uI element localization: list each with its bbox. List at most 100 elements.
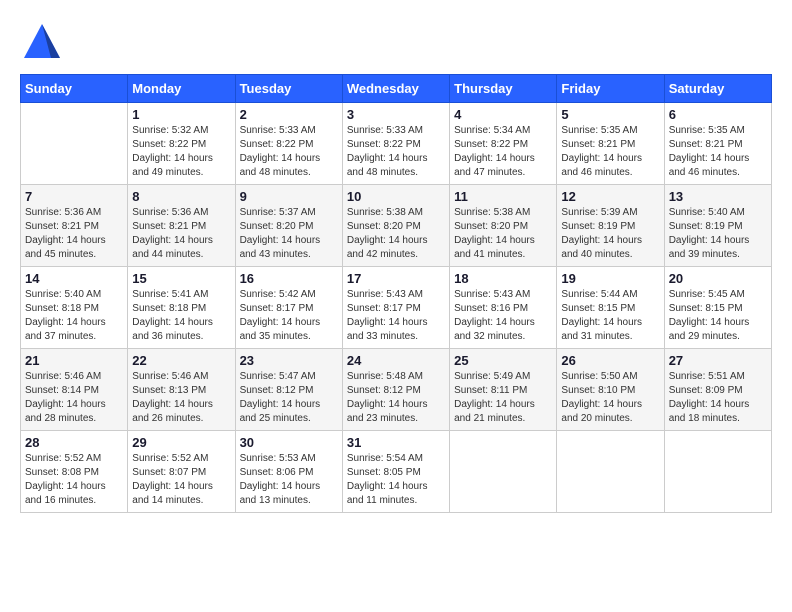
day-number: 31 xyxy=(347,435,445,450)
calendar-cell: 26Sunrise: 5:50 AM Sunset: 8:10 PM Dayli… xyxy=(557,349,664,431)
day-number: 29 xyxy=(132,435,230,450)
day-header-friday: Friday xyxy=(557,75,664,103)
day-number: 25 xyxy=(454,353,552,368)
logo xyxy=(20,20,64,64)
calendar-header-row: SundayMondayTuesdayWednesdayThursdayFrid… xyxy=(21,75,772,103)
calendar-cell: 22 Sunrise: 5:46 AM Sunset: 8:13 PM Dayli… xyxy=(128,349,235,431)
day-info: Sunrise: 5:41 AM Sunset: 8:18 PM Dayligh… xyxy=(132,288,230,344)
calendar-cell: 23 Sunrise: 5:47 AM Sunset: 8:12 PM Dayli… xyxy=(235,349,342,431)
calendar-cell: 18 Sunrise: 5:43 AM Sunset: 8:16 PM Dayli… xyxy=(450,267,557,349)
calendar-cell: 17 Sunrise: 5:43 AM Sunset: 8:17 PM Dayli… xyxy=(342,267,449,349)
calendar-cell: 14 Sunrise: 5:40 AM Sunset: 8:18 PM Dayli… xyxy=(21,267,128,349)
day-info: Sunrise: 5:39 AM Sunset: 8:19 PM Dayligh… xyxy=(561,206,659,262)
day-info: Sunrise: 5:43 AM Sunset: 8:16 PM Dayligh… xyxy=(454,288,552,344)
day-info: Sunrise: 5:38 AM Sunset: 8:20 PM Dayligh… xyxy=(454,206,552,262)
calendar-week-row: 1 Sunrise: 5:32 AM Sunset: 8:22 PM Daylig… xyxy=(21,103,772,185)
day-info: Sunrise: 5:53 AM Sunset: 8:06 PM Dayligh… xyxy=(240,452,338,508)
calendar-week-row: 28 Sunrise: 5:52 AM Sunset: 8:08 PM Dayli… xyxy=(21,431,772,513)
day-info: Sunrise: 5:40 AM Sunset: 8:19 PM Dayligh… xyxy=(669,206,767,262)
calendar-cell: 6 Sunrise: 5:35 AM Sunset: 8:21 PM Daylig… xyxy=(664,103,771,185)
day-number: 26 xyxy=(561,353,659,368)
day-info: Sunrise: 5:36 AM Sunset: 8:21 PM Dayligh… xyxy=(25,206,123,262)
day-number: 17 xyxy=(347,271,445,286)
calendar-cell: 25 Sunrise: 5:49 AM Sunset: 8:11 PM Dayli… xyxy=(450,349,557,431)
day-info: Sunrise: 5:32 AM Sunset: 8:22 PM Dayligh… xyxy=(132,124,230,180)
day-info: Sunrise: 5:44 AM Sunset: 8:15 PM Dayligh… xyxy=(561,288,659,344)
calendar-table: SundayMondayTuesdayWednesdayThursdayFrid… xyxy=(20,74,772,513)
day-info: Sunrise: 5:36 AM Sunset: 8:21 PM Dayligh… xyxy=(132,206,230,262)
day-info: Sunrise: 5:49 AM Sunset: 8:11 PM Dayligh… xyxy=(454,370,552,426)
day-info: Sunrise: 5:35 AM Sunset: 8:21 PM Dayligh… xyxy=(561,124,659,180)
day-info: Sunrise: 5:46 AM Sunset: 8:13 PM Dayligh… xyxy=(132,370,230,426)
calendar-cell: 31 Sunrise: 5:54 AM Sunset: 8:05 PM Dayli… xyxy=(342,431,449,513)
day-header-wednesday: Wednesday xyxy=(342,75,449,103)
day-info: Sunrise: 5:38 AM Sunset: 8:20 PM Dayligh… xyxy=(347,206,445,262)
day-info: Sunrise: 5:33 AM Sunset: 8:22 PM Dayligh… xyxy=(240,124,338,180)
day-number: 23 xyxy=(240,353,338,368)
calendar-cell: 11 Sunrise: 5:38 AM Sunset: 8:20 PM Dayli… xyxy=(450,185,557,267)
calendar-cell: 8 Sunrise: 5:36 AM Sunset: 8:21 PM Daylig… xyxy=(128,185,235,267)
day-info: Sunrise: 5:45 AM Sunset: 8:15 PM Dayligh… xyxy=(669,288,767,344)
day-number: 20 xyxy=(669,271,767,286)
day-info: Sunrise: 5:40 AM Sunset: 8:18 PM Dayligh… xyxy=(25,288,123,344)
calendar-week-row: 7 Sunrise: 5:36 AM Sunset: 8:21 PM Daylig… xyxy=(21,185,772,267)
day-header-saturday: Saturday xyxy=(664,75,771,103)
day-info: Sunrise: 5:52 AM Sunset: 8:07 PM Dayligh… xyxy=(132,452,230,508)
calendar-cell: 2 Sunrise: 5:33 AM Sunset: 8:22 PM Daylig… xyxy=(235,103,342,185)
day-number: 16 xyxy=(240,271,338,286)
day-number: 27 xyxy=(669,353,767,368)
calendar-cell: 1 Sunrise: 5:32 AM Sunset: 8:22 PM Daylig… xyxy=(128,103,235,185)
day-number: 8 xyxy=(132,189,230,204)
day-number: 1 xyxy=(132,107,230,122)
day-number: 4 xyxy=(454,107,552,122)
day-info: Sunrise: 5:37 AM Sunset: 8:20 PM Dayligh… xyxy=(240,206,338,262)
day-number: 22 xyxy=(132,353,230,368)
day-info: Sunrise: 5:43 AM Sunset: 8:17 PM Dayligh… xyxy=(347,288,445,344)
day-number: 10 xyxy=(347,189,445,204)
day-header-thursday: Thursday xyxy=(450,75,557,103)
calendar-cell: 16Sunrise: 5:42 AM Sunset: 8:17 PM Dayli… xyxy=(235,267,342,349)
day-number: 15 xyxy=(132,271,230,286)
calendar-cell: 30Sunrise: 5:53 AM Sunset: 8:06 PM Dayli… xyxy=(235,431,342,513)
calendar-cell: 20 Sunrise: 5:45 AM Sunset: 8:15 PM Dayli… xyxy=(664,267,771,349)
calendar-cell: 10 Sunrise: 5:38 AM Sunset: 8:20 PM Dayli… xyxy=(342,185,449,267)
calendar-week-row: 21Sunrise: 5:46 AM Sunset: 8:14 PM Dayli… xyxy=(21,349,772,431)
day-number: 2 xyxy=(240,107,338,122)
day-info: Sunrise: 5:54 AM Sunset: 8:05 PM Dayligh… xyxy=(347,452,445,508)
day-number: 3 xyxy=(347,107,445,122)
day-number: 18 xyxy=(454,271,552,286)
calendar-cell: 19 Sunrise: 5:44 AM Sunset: 8:15 PM Dayli… xyxy=(557,267,664,349)
day-number: 6 xyxy=(669,107,767,122)
day-info: Sunrise: 5:48 AM Sunset: 8:12 PM Dayligh… xyxy=(347,370,445,426)
calendar-cell: 5 Sunrise: 5:35 AM Sunset: 8:21 PM Daylig… xyxy=(557,103,664,185)
calendar-week-row: 14 Sunrise: 5:40 AM Sunset: 8:18 PM Dayli… xyxy=(21,267,772,349)
calendar-cell xyxy=(450,431,557,513)
day-number: 14 xyxy=(25,271,123,286)
calendar-cell: 7 Sunrise: 5:36 AM Sunset: 8:21 PM Daylig… xyxy=(21,185,128,267)
day-number: 7 xyxy=(25,189,123,204)
day-info: Sunrise: 5:47 AM Sunset: 8:12 PM Dayligh… xyxy=(240,370,338,426)
calendar-cell xyxy=(21,103,128,185)
day-number: 19 xyxy=(561,271,659,286)
day-number: 24 xyxy=(347,353,445,368)
day-number: 9 xyxy=(240,189,338,204)
calendar-cell: 4 Sunrise: 5:34 AM Sunset: 8:22 PM Daylig… xyxy=(450,103,557,185)
calendar-cell: 28 Sunrise: 5:52 AM Sunset: 8:08 PM Dayli… xyxy=(21,431,128,513)
page-header xyxy=(20,20,772,64)
calendar-cell: 3 Sunrise: 5:33 AM Sunset: 8:22 PM Daylig… xyxy=(342,103,449,185)
day-info: Sunrise: 5:33 AM Sunset: 8:22 PM Dayligh… xyxy=(347,124,445,180)
calendar-cell: 24 Sunrise: 5:48 AM Sunset: 8:12 PM Dayli… xyxy=(342,349,449,431)
day-info: Sunrise: 5:52 AM Sunset: 8:08 PM Dayligh… xyxy=(25,452,123,508)
calendar-cell: 29 Sunrise: 5:52 AM Sunset: 8:07 PM Dayli… xyxy=(128,431,235,513)
day-number: 13 xyxy=(669,189,767,204)
day-number: 28 xyxy=(25,435,123,450)
day-number: 11 xyxy=(454,189,552,204)
day-number: 5 xyxy=(561,107,659,122)
calendar-cell xyxy=(557,431,664,513)
day-info: Sunrise: 5:46 AM Sunset: 8:14 PM Dayligh… xyxy=(25,370,123,426)
calendar-cell: 15 Sunrise: 5:41 AM Sunset: 8:18 PM Dayli… xyxy=(128,267,235,349)
day-info: Sunrise: 5:34 AM Sunset: 8:22 PM Dayligh… xyxy=(454,124,552,180)
calendar-cell xyxy=(664,431,771,513)
day-header-sunday: Sunday xyxy=(21,75,128,103)
day-info: Sunrise: 5:35 AM Sunset: 8:21 PM Dayligh… xyxy=(669,124,767,180)
